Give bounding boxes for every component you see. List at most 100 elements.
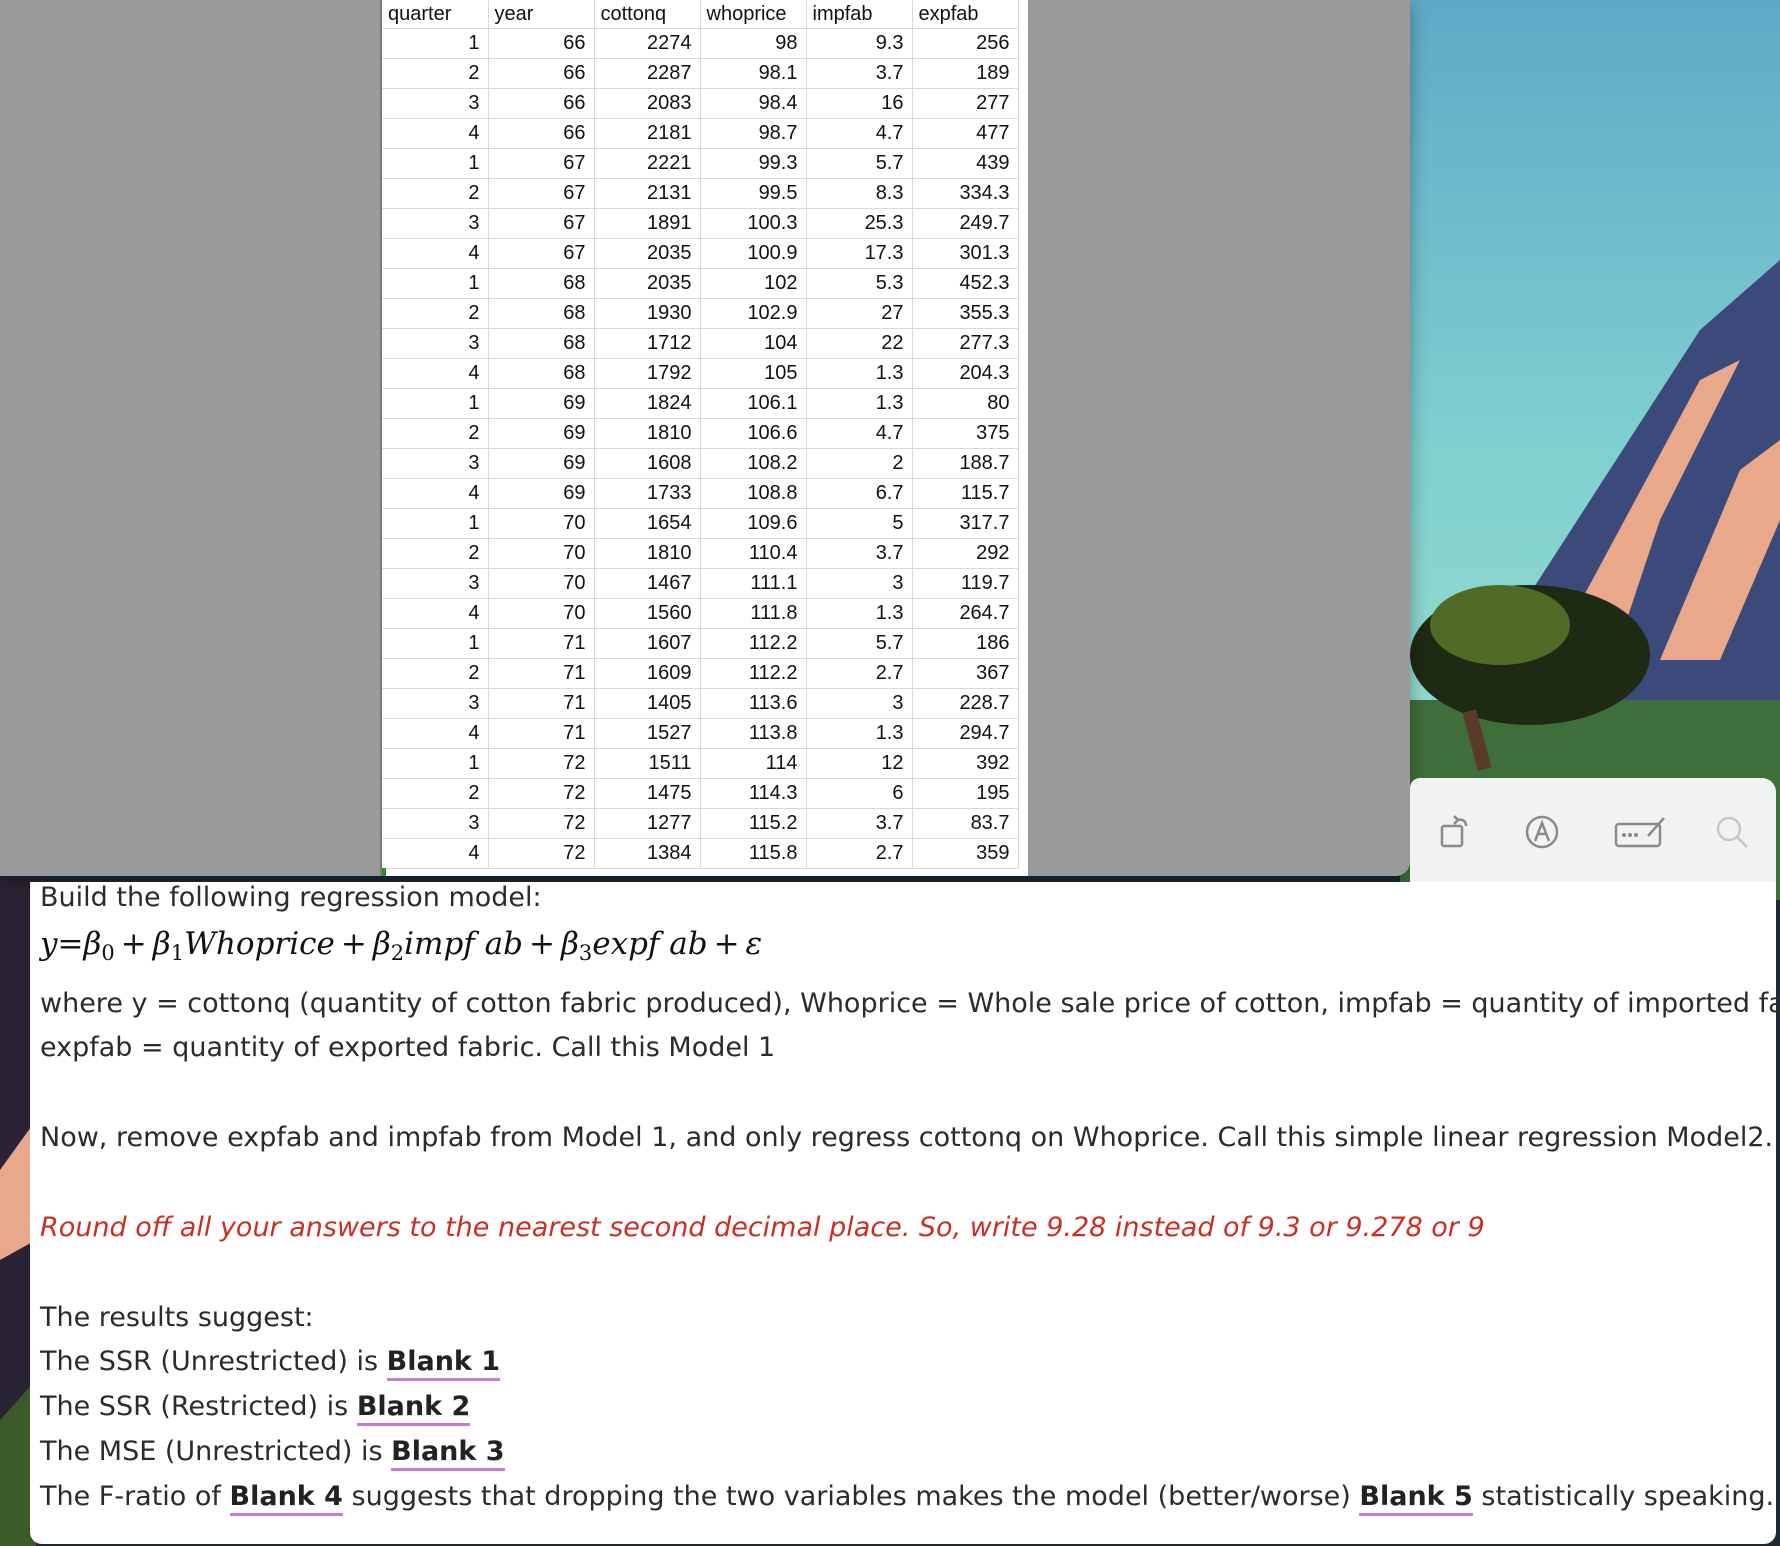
table-cell[interactable]: 108.2 [700,448,807,479]
table-cell[interactable]: 1 [382,148,489,179]
table-cell[interactable]: 1609 [594,658,701,689]
table-cell[interactable]: 228.7 [912,688,1019,719]
table-cell[interactable]: 119.7 [912,568,1019,599]
table-cell[interactable]: 114.3 [700,778,807,809]
table-cell[interactable]: 3.7 [806,538,913,569]
table-cell[interactable]: 112.2 [700,658,807,689]
table-cell[interactable]: 452.3 [912,268,1019,299]
table-cell[interactable]: 3 [382,88,489,119]
table-cell[interactable]: 4 [382,718,489,749]
table-cell[interactable]: 115.7 [912,478,1019,509]
table-cell[interactable]: 2 [382,538,489,569]
table-cell[interactable]: 25.3 [806,208,913,239]
blank-2-field[interactable]: Blank 2 [356,1391,471,1426]
table-cell[interactable]: 4 [382,238,489,269]
table-cell[interactable]: 1.3 [806,358,913,389]
table-cell[interactable]: 72 [488,838,595,869]
table-cell[interactable]: 2 [382,298,489,329]
table-cell[interactable]: 71 [488,688,595,719]
table-cell[interactable]: 256 [912,28,1019,59]
table-cell[interactable]: 1 [382,388,489,419]
table-cell[interactable]: 355.3 [912,298,1019,329]
blank-1-field[interactable]: Blank 1 [386,1346,501,1381]
table-cell[interactable]: 100.9 [700,238,807,269]
table-cell[interactable]: 66 [488,118,595,149]
table-cell[interactable]: 71 [488,718,595,749]
table-cell[interactable]: 99.3 [700,148,807,179]
table-cell[interactable]: 115.2 [700,808,807,839]
column-header[interactable]: expfab [912,0,1019,29]
table-cell[interactable]: 8.3 [806,178,913,209]
table-cell[interactable]: 1 [382,28,489,59]
blank-3-field[interactable]: Blank 3 [391,1436,505,1471]
table-cell[interactable]: 4 [382,838,489,869]
table-cell[interactable]: 3.7 [806,58,913,89]
table-cell[interactable]: 1733 [594,478,701,509]
table-cell[interactable]: 249.7 [912,208,1019,239]
table-cell[interactable]: 2181 [594,118,701,149]
table-cell[interactable]: 68 [488,328,595,359]
table-cell[interactable]: 1277 [594,808,701,839]
table-cell[interactable]: 392 [912,748,1019,779]
table-cell[interactable]: 67 [488,178,595,209]
table-cell[interactable]: 67 [488,148,595,179]
table-cell[interactable]: 22 [806,328,913,359]
table-cell[interactable]: 69 [488,448,595,479]
table-cell[interactable]: 1810 [594,538,701,569]
table-cell[interactable]: 111.1 [700,568,807,599]
table-cell[interactable]: 72 [488,778,595,809]
table-cell[interactable]: 100.3 [700,208,807,239]
table-cell[interactable]: 67 [488,238,595,269]
table-cell[interactable]: 9.3 [806,28,913,59]
table-cell[interactable]: 1 [382,748,489,779]
table-cell[interactable]: 277 [912,88,1019,119]
table-cell[interactable]: 2 [382,178,489,209]
table-cell[interactable]: 71 [488,628,595,659]
table-cell[interactable]: 189 [912,58,1019,89]
table-cell[interactable]: 70 [488,538,595,569]
table-cell[interactable]: 2035 [594,268,701,299]
table-cell[interactable]: 264.7 [912,598,1019,629]
table-cell[interactable]: 1792 [594,358,701,389]
column-header[interactable]: whoprice [700,0,807,29]
table-cell[interactable]: 2.7 [806,658,913,689]
table-cell[interactable]: 277.3 [912,328,1019,359]
table-cell[interactable]: 204.3 [912,358,1019,389]
table-cell[interactable]: 4 [382,598,489,629]
table-cell[interactable]: 5.3 [806,268,913,299]
table-cell[interactable]: 1.3 [806,718,913,749]
table-cell[interactable]: 113.8 [700,718,807,749]
table-cell[interactable]: 113.6 [700,688,807,719]
table-cell[interactable]: 1475 [594,778,701,809]
table-cell[interactable]: 102 [700,268,807,299]
table-cell[interactable]: 68 [488,298,595,329]
table-cell[interactable]: 4 [382,358,489,389]
table-cell[interactable]: 439 [912,148,1019,179]
table-cell[interactable]: 69 [488,418,595,449]
table-cell[interactable]: 4 [382,478,489,509]
table-cell[interactable]: 17.3 [806,238,913,269]
table-cell[interactable]: 3.7 [806,808,913,839]
table-cell[interactable]: 104 [700,328,807,359]
table-cell[interactable]: 114 [700,748,807,779]
table-cell[interactable]: 16 [806,88,913,119]
table-cell[interactable]: 110.4 [700,538,807,569]
table-cell[interactable]: 1810 [594,418,701,449]
table-cell[interactable]: 2221 [594,148,701,179]
table-cell[interactable]: 1 [382,628,489,659]
table-cell[interactable]: 69 [488,388,595,419]
table-cell[interactable]: 2.7 [806,838,913,869]
table-cell[interactable]: 6 [806,778,913,809]
table-cell[interactable]: 71 [488,658,595,689]
table-cell[interactable]: 301.3 [912,238,1019,269]
signature-icon[interactable] [1610,810,1670,854]
table-cell[interactable]: 70 [488,598,595,629]
table-cell[interactable]: 2035 [594,238,701,269]
table-cell[interactable]: 98.7 [700,118,807,149]
markup-icon[interactable] [1520,810,1564,854]
table-cell[interactable]: 3 [382,688,489,719]
table-cell[interactable]: 69 [488,478,595,509]
table-cell[interactable]: 5.7 [806,148,913,179]
table-cell[interactable]: 3 [382,568,489,599]
table-cell[interactable]: 66 [488,28,595,59]
